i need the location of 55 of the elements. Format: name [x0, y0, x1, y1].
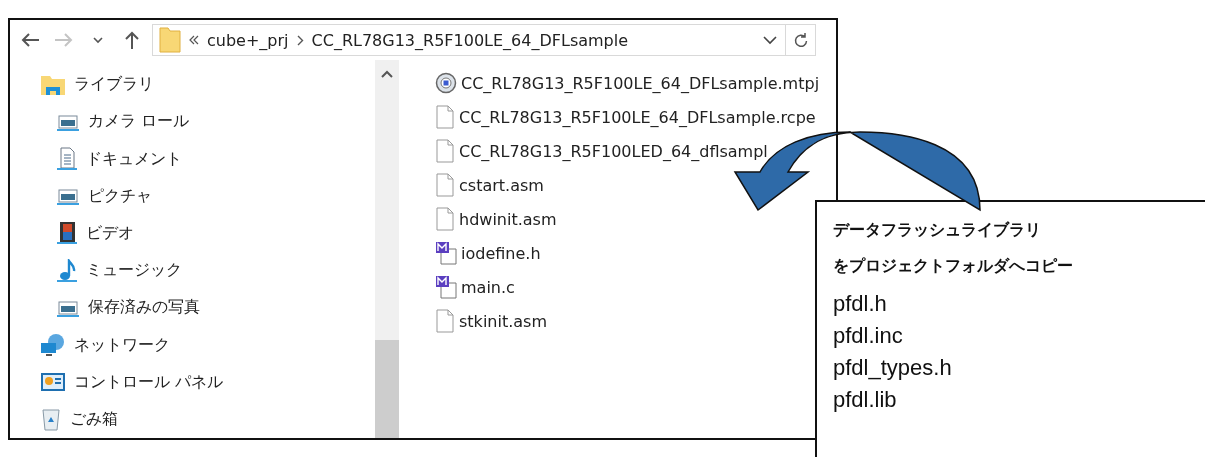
- picture-icon: [56, 186, 80, 207]
- source-file-icon: [435, 241, 457, 265]
- back-arrow-icon: [20, 32, 40, 48]
- film-icon: [56, 221, 78, 246]
- sidebar-item[interactable]: ピクチャ: [88, 185, 152, 207]
- library-file-name: pfdl.lib: [833, 386, 898, 414]
- forward-arrow-icon: [54, 32, 74, 48]
- file-icon: [435, 139, 455, 163]
- file-name[interactable]: cstart.asm: [459, 175, 544, 195]
- source-file-icon: [435, 275, 457, 299]
- sidebar-item[interactable]: 保存済みの写真: [88, 297, 200, 319]
- sidebar-item[interactable]: ドキュメント: [86, 148, 182, 170]
- up-arrow-icon: [124, 30, 140, 50]
- address-bar[interactable]: cube+_prj CC_RL78G13_R5F100LE_64_DFLsample: [152, 24, 816, 56]
- callout-heading: をプロジェクトフォルダへコピー: [833, 255, 1074, 277]
- breadcrumb[interactable]: CC_RL78G13_R5F100LE_64_DFLsample: [311, 30, 629, 50]
- sidebar-item[interactable]: ビデオ: [86, 222, 134, 244]
- sidebar-item[interactable]: ライブラリ: [74, 74, 154, 96]
- sidebar-item[interactable]: コントロール パネル: [74, 371, 224, 393]
- file-name[interactable]: CC_RL78G13_R5F100LE_64_DFLsample.mtpj: [461, 73, 820, 93]
- scrollbar-thumb[interactable]: [375, 340, 399, 438]
- scrollbar[interactable]: [375, 60, 399, 438]
- recycle-bin-icon: [40, 407, 62, 432]
- music-note-icon: [56, 258, 78, 283]
- refresh-icon: [793, 32, 808, 48]
- file-name[interactable]: CC_RL78G13_R5F100LE_64_DFLsample.rcpe: [459, 107, 816, 127]
- document-icon: [56, 147, 78, 171]
- file-name[interactable]: main.c: [461, 277, 515, 297]
- chevron-right-icon: [296, 34, 304, 46]
- sidebar-item[interactable]: ネットワーク: [74, 334, 170, 356]
- chevron-up-icon: [381, 70, 393, 78]
- chevron-down-icon: [763, 35, 777, 45]
- file-icon: [435, 207, 455, 231]
- library-file-name: pfdl.inc: [833, 322, 904, 350]
- file-icon: [435, 309, 455, 333]
- file-name[interactable]: stkinit.asm: [459, 311, 547, 331]
- sidebar-item[interactable]: カメラ ロール: [88, 111, 190, 133]
- file-icon: [435, 105, 455, 129]
- file-name[interactable]: iodefine.h: [461, 243, 541, 263]
- callout-heading: データフラッシュライブラリ: [833, 219, 1042, 241]
- library-folder-icon: [40, 73, 66, 96]
- sidebar-item[interactable]: ミュージック: [86, 260, 182, 282]
- control-panel-icon: [40, 371, 66, 394]
- chevron-down-icon: [93, 36, 103, 44]
- file-name[interactable]: hdwinit.asm: [459, 209, 557, 229]
- project-file-icon: [435, 72, 457, 94]
- library-file-name: pfdl.h: [833, 290, 888, 318]
- library-file-name: pfdl_types.h: [833, 354, 953, 382]
- breadcrumb[interactable]: cube+_prj: [207, 30, 289, 50]
- network-icon: [40, 333, 66, 357]
- folder-icon: [159, 27, 181, 53]
- sidebar-item[interactable]: ごみ箱: [70, 408, 118, 430]
- double-chevron-icon: [189, 35, 199, 45]
- file-icon: [435, 173, 455, 197]
- file-name[interactable]: CC_RL78G13_R5F100LED_64_dflsampl: [459, 141, 768, 161]
